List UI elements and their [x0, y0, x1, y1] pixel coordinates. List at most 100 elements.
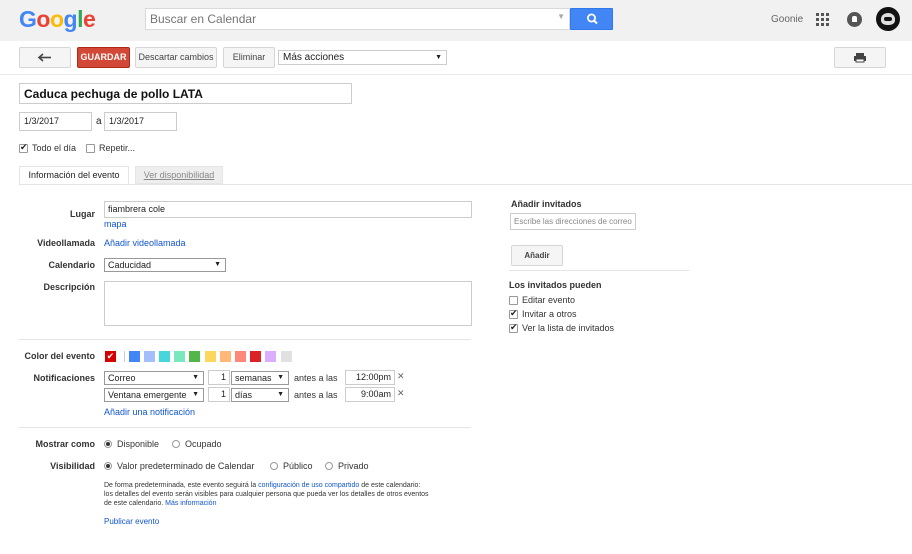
tab-divider [19, 184, 912, 185]
color-swatch[interactable] [205, 351, 216, 362]
notification-before-label: antes a las [294, 390, 338, 400]
search-button[interactable] [570, 8, 613, 30]
avatar[interactable] [876, 7, 900, 31]
visibility-default-radio[interactable] [104, 462, 112, 470]
discard-changes-button[interactable]: Descartar cambios [135, 47, 217, 68]
chevron-down-icon: ▼ [277, 391, 284, 398]
show-as-available-label: Disponible [117, 439, 160, 449]
start-date-input[interactable]: 1/3/2017 [19, 112, 92, 131]
notification-time-input[interactable]: 9:00am [345, 387, 395, 402]
add-guest-button[interactable]: Añadir [511, 245, 563, 266]
chevron-down-icon: ▼ [192, 391, 199, 398]
print-button[interactable] [834, 47, 886, 68]
color-swatch[interactable] [250, 351, 261, 362]
notification-method-select[interactable]: Ventana emergente ▼ [104, 388, 204, 402]
color-swatch[interactable] [129, 351, 140, 362]
user-name[interactable]: Goonie [771, 14, 803, 25]
search-box[interactable]: ▼ [145, 8, 570, 30]
apps-grid-icon[interactable] [816, 13, 829, 26]
chevron-down-icon: ▼ [192, 374, 199, 381]
calendar-label: Calendario [48, 260, 95, 270]
top-bar: Google ▼ Goonie [0, 0, 912, 41]
permission-invite-checkbox[interactable] [509, 308, 518, 319]
section-divider [19, 339, 471, 340]
back-button[interactable] [19, 47, 71, 68]
more-actions-label: Más acciones [283, 52, 345, 63]
search-icon [586, 13, 598, 25]
section-divider [19, 427, 471, 428]
sharing-settings-link[interactable]: configuración de uso compartido [258, 482, 359, 489]
calendar-select-value: Caducidad [108, 260, 152, 270]
notifications-icon[interactable] [847, 12, 862, 27]
notification-before-label: antes a las [294, 373, 338, 383]
visibility-private-label: Privado [338, 461, 369, 471]
guests-divider [509, 270, 689, 271]
visibility-label: Visibilidad [50, 461, 95, 471]
add-video-call-link[interactable]: Añadir videollamada [104, 238, 186, 248]
tab-availability[interactable]: Ver disponibilidad [135, 166, 223, 184]
sharing-note-line-2: los detalles del evento serán visibles p… [104, 491, 429, 498]
permission-invite-label: Invitar a otros [522, 309, 577, 319]
notification-method-value: Ventana emergente [108, 390, 187, 400]
show-as-busy-label: Ocupado [185, 439, 222, 449]
notification-unit-select[interactable]: días ▼ [231, 388, 289, 402]
chevron-down-icon: ▼ [435, 54, 442, 61]
delete-button[interactable]: Eliminar [223, 47, 275, 68]
color-swatch[interactable] [144, 351, 155, 362]
more-actions-select[interactable]: Más acciones ▼ [278, 50, 447, 65]
calendar-select[interactable]: Caducidad ▼ [104, 258, 226, 272]
permission-edit-checkbox[interactable] [509, 296, 518, 305]
save-button[interactable]: GUARDAR [77, 47, 130, 68]
permission-edit-label: Editar evento [522, 295, 576, 305]
all-day-checkbox[interactable] [19, 142, 28, 153]
description-textarea[interactable] [104, 281, 472, 326]
color-swatch[interactable] [174, 351, 185, 362]
back-arrow-icon [37, 53, 51, 62]
color-swatch[interactable] [281, 351, 292, 362]
remove-notification-icon[interactable]: ✕ [397, 371, 405, 382]
toolbar-divider [0, 74, 912, 75]
map-link[interactable]: mapa [104, 219, 127, 229]
notification-amount-input[interactable]: 1 [208, 370, 230, 385]
tab-event-info[interactable]: Información del evento [19, 166, 129, 185]
end-date-input[interactable]: 1/3/2017 [104, 112, 177, 131]
color-swatch[interactable] [189, 351, 200, 362]
all-day-label: Todo el día [32, 143, 77, 153]
event-title-input[interactable]: Caduca pechuga de pollo LATA [19, 83, 352, 104]
remove-notification-icon[interactable]: ✕ [397, 388, 405, 399]
event-color-label: Color del evento [24, 351, 95, 361]
visibility-private-radio[interactable] [325, 462, 333, 470]
location-label: Lugar [69, 209, 95, 219]
notification-unit-value: días [235, 390, 253, 400]
color-swatch[interactable] [265, 351, 276, 362]
color-swatch[interactable] [220, 351, 231, 362]
sharing-note-line-1: De forma predeterminada, este evento seg… [104, 482, 420, 489]
notification-amount-input[interactable]: 1 [208, 387, 230, 402]
color-swatch-selected[interactable]: ✔ [105, 351, 116, 362]
guest-permissions-title: Los invitados pueden [509, 280, 602, 290]
video-call-label: Videollamada [37, 238, 95, 248]
sharing-note-text: de este calendario: [361, 482, 421, 489]
add-notification-link[interactable]: Añadir una notificación [104, 407, 195, 417]
color-swatch[interactable] [235, 351, 246, 362]
notification-unit-select[interactable]: semanas ▼ [231, 371, 289, 385]
show-as-label: Mostrar como [35, 439, 95, 449]
add-guests-title: Añadir invitados [511, 199, 582, 209]
search-input[interactable] [150, 11, 550, 27]
location-input[interactable]: fiambrera cole [104, 201, 472, 218]
google-logo[interactable]: Google [19, 6, 96, 33]
notification-time-input[interactable]: 12:00pm [345, 370, 395, 385]
publish-event-link[interactable]: Publicar evento [104, 517, 159, 526]
notification-method-select[interactable]: Correo ▼ [104, 371, 204, 385]
show-as-available-radio[interactable] [104, 440, 112, 448]
repeat-checkbox[interactable] [86, 144, 95, 153]
permission-guest-list-checkbox[interactable] [509, 322, 518, 333]
show-as-busy-radio[interactable] [172, 440, 180, 448]
guest-email-input[interactable]: Escribe las direcciones de correo [510, 213, 636, 230]
more-info-link[interactable]: Más información [165, 500, 216, 507]
chevron-down-icon: ▼ [214, 261, 221, 268]
permission-guest-list-label: Ver la lista de invitados [522, 323, 615, 333]
visibility-public-radio[interactable] [270, 462, 278, 470]
color-swatch[interactable] [159, 351, 170, 362]
chevron-down-icon[interactable]: ▼ [557, 12, 565, 21]
